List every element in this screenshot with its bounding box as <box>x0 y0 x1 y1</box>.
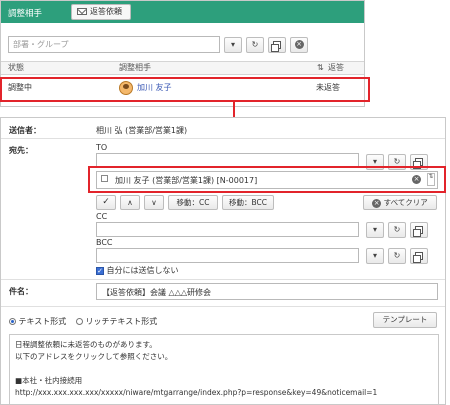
group-dropdown-button[interactable]: ▾ <box>224 37 242 53</box>
copy-icon <box>413 225 423 237</box>
move-up-button[interactable]: ∧ <box>120 195 140 210</box>
group-refresh-button[interactable]: ↻ <box>246 37 264 53</box>
chevron-up-icon: ∧ <box>127 198 133 207</box>
sender-label: 送信者： <box>9 126 41 135</box>
divider <box>1 279 445 280</box>
chevron-down-icon: ∨ <box>151 198 157 207</box>
copy-icon <box>413 251 423 263</box>
format-rich-radio[interactable] <box>76 318 83 325</box>
template-button[interactable]: テンプレート <box>373 312 437 328</box>
to-header-label: 宛先： <box>9 146 33 155</box>
highlight-row-box <box>0 77 370 102</box>
format-text-option[interactable]: テキスト形式 <box>9 316 66 327</box>
cc-copy-button[interactable] <box>410 222 428 238</box>
bcc-input[interactable] <box>96 248 359 263</box>
mail-icon <box>77 8 87 15</box>
group-select-field[interactable]: 部署・グループ <box>8 36 220 53</box>
cc-refresh-button[interactable]: ↻ <box>388 222 406 238</box>
move-cc-button[interactable]: 移動：CC <box>168 195 218 210</box>
refresh-icon: ↻ <box>251 40 259 49</box>
refresh-icon: ↻ <box>393 251 401 260</box>
reply-request-button[interactable]: 返答依頼 <box>71 4 131 20</box>
refresh-icon: ↻ <box>393 225 401 234</box>
body-line: http://xxx.xxx.xxx.xxx/xxxxx/niware/mtga… <box>15 388 378 397</box>
divider <box>1 306 445 307</box>
no-self-send-option[interactable]: ✓ 自分には送信しない <box>96 265 179 276</box>
no-self-send-label: 自分には送信しない <box>106 266 179 275</box>
subject-value: 【返答依頼】会議 △△△研修会 <box>102 288 211 297</box>
column-reply: 返答 <box>328 63 344 72</box>
clear-all-button[interactable]: × すべてクリア <box>363 195 437 210</box>
divider <box>1 138 445 139</box>
chevron-down-icon: ▾ <box>372 157 377 166</box>
subject-label: 件名： <box>9 287 33 296</box>
partner-panel-header: 調整相手 返答依頼 <box>1 1 364 23</box>
body-line <box>15 363 433 375</box>
subject-input[interactable]: 【返答依頼】会議 △△△研修会 <box>96 283 438 300</box>
mail-body-textarea[interactable]: 日程調整依頼に未返答のものがあります。 以下のアドレスをクリックして参照ください… <box>9 334 439 405</box>
body-line: ■本社・社内接続用 <box>15 376 83 385</box>
select-check-button[interactable]: ✓ <box>96 195 116 210</box>
group-clear-button[interactable]: × <box>290 37 308 53</box>
bcc-label: BCC <box>96 238 113 247</box>
clear-icon: × <box>372 198 382 208</box>
format-rich-label: リッチテキスト形式 <box>85 317 158 326</box>
move-bcc-label: 移動：BCC <box>229 198 267 207</box>
no-self-send-checkbox[interactable]: ✓ <box>96 266 104 275</box>
move-down-button[interactable]: ∨ <box>144 195 164 210</box>
clear-icon: × <box>294 40 304 49</box>
group-placeholder: 部署・グループ <box>13 40 69 49</box>
mail-form: 送信者： 相川 弘 (営業部/営業1課) 宛先： TO ▾ ↻ 加川 友子 (営… <box>0 117 446 405</box>
cc-label: CC <box>96 212 108 221</box>
refresh-icon: ↻ <box>393 157 401 166</box>
body-line: 日程調整依頼に未返答のものがあります。 <box>15 340 157 349</box>
cc-input[interactable] <box>96 222 359 237</box>
copy-icon <box>413 157 423 169</box>
highlight-recipient-box <box>88 166 446 193</box>
group-copy-button[interactable] <box>268 37 286 53</box>
body-line: 以下のアドレスをクリックして参照ください。 <box>15 352 173 361</box>
format-text-label: テキスト形式 <box>18 317 67 326</box>
sort-icon[interactable]: ⇅ <box>317 62 324 74</box>
copy-icon <box>271 40 281 52</box>
move-cc-label: 移動：CC <box>176 198 210 207</box>
sender-value: 相川 弘 (営業部/営業1課) <box>96 126 188 135</box>
partner-panel-title: 調整相手 <box>8 9 43 19</box>
cc-dropdown-button[interactable]: ▾ <box>366 222 384 238</box>
bcc-copy-button[interactable] <box>410 248 428 264</box>
template-label: テンプレート <box>382 315 428 324</box>
move-bcc-button[interactable]: 移動：BCC <box>222 195 274 210</box>
bcc-dropdown-button[interactable]: ▾ <box>366 248 384 264</box>
bcc-refresh-button[interactable]: ↻ <box>388 248 406 264</box>
partner-table-header: 状態 調整相手 ⇅ 返答 <box>1 61 364 75</box>
chevron-down-icon: ▾ <box>372 251 377 260</box>
check-icon: ✓ <box>102 197 110 207</box>
format-rich-option[interactable]: リッチテキスト形式 <box>76 316 157 327</box>
column-partner: 調整相手 <box>119 63 151 72</box>
clear-all-label: すべてクリア <box>383 198 428 207</box>
to-label: TO <box>96 143 108 152</box>
chevron-down-icon: ▾ <box>372 225 377 234</box>
format-text-radio[interactable] <box>9 318 16 325</box>
reply-request-label: 返答依頼 <box>90 7 122 16</box>
chevron-down-icon: ▾ <box>230 40 235 49</box>
column-status: 状態 <box>8 63 24 72</box>
